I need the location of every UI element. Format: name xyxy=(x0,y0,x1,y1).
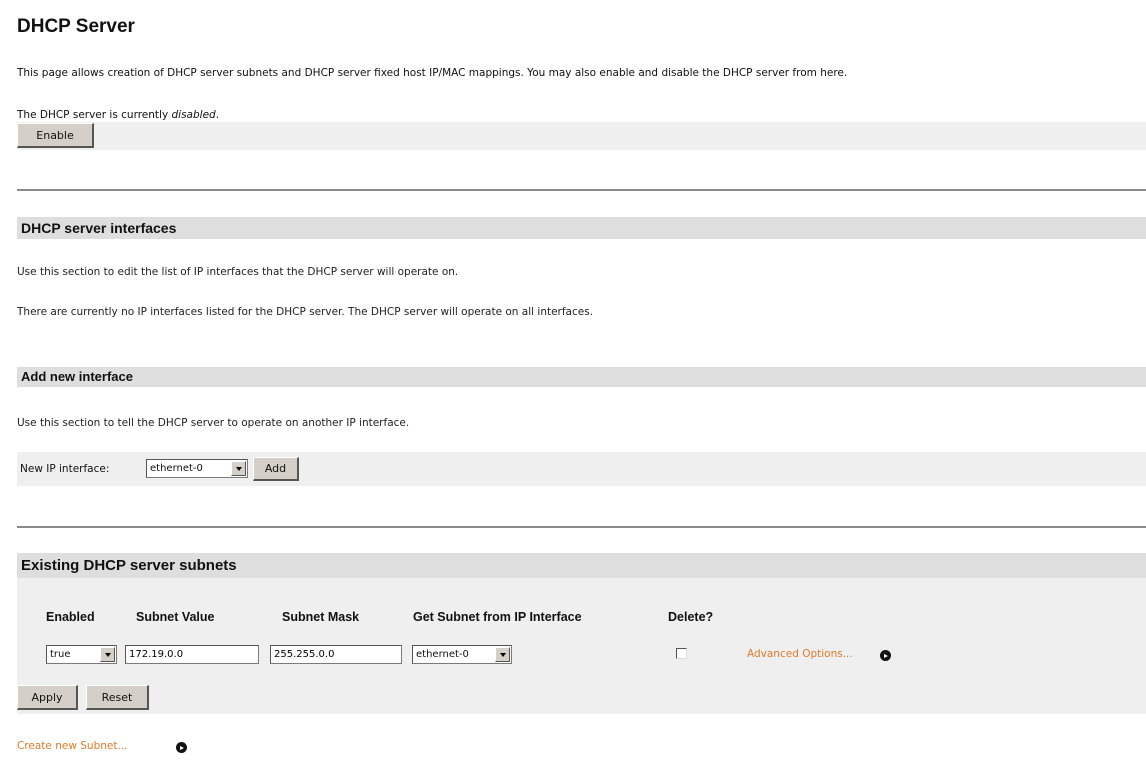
column-header-interface: Get Subnet from IP Interface xyxy=(413,610,582,624)
chevron-down-icon xyxy=(231,461,246,476)
arrow-circle-icon[interactable] xyxy=(176,742,187,753)
add-interface-button[interactable]: Add xyxy=(253,457,299,481)
interfaces-empty-message: There are currently no IP interfaces lis… xyxy=(17,306,594,318)
column-header-subnet-mask: Subnet Mask xyxy=(282,610,360,624)
advanced-options-link[interactable]: Advanced Options... xyxy=(747,648,853,660)
divider xyxy=(17,526,1146,528)
subnets-heading: Existing DHCP server subnets xyxy=(17,553,1146,578)
add-interface-description: Use this section to tell the DHCP server… xyxy=(17,417,410,429)
apply-button[interactable]: Apply xyxy=(17,685,78,710)
enabled-select[interactable]: true xyxy=(46,645,117,664)
enable-button[interactable]: Enable xyxy=(17,123,94,148)
new-ip-interface-label: New IP interface: xyxy=(20,463,110,475)
page-title: DHCP Server xyxy=(17,16,135,37)
interface-select[interactable]: ethernet-0 xyxy=(412,645,512,664)
status-panel xyxy=(17,122,1146,150)
enabled-value: true xyxy=(50,649,71,660)
divider xyxy=(17,189,1146,191)
chevron-down-icon xyxy=(495,647,510,662)
interfaces-heading: DHCP server interfaces xyxy=(17,217,1146,239)
new-ip-interface-select[interactable]: ethernet-0 xyxy=(146,459,248,478)
create-subnet-link[interactable]: Create new Subnet... xyxy=(17,740,128,752)
reset-button[interactable]: Reset xyxy=(86,685,149,710)
add-interface-heading: Add new interface xyxy=(17,367,1146,387)
interfaces-description: Use this section to edit the list of IP … xyxy=(17,266,459,278)
arrow-circle-icon[interactable] xyxy=(880,650,891,661)
page-intro: This page allows creation of DHCP server… xyxy=(17,67,848,79)
interface-value: ethernet-0 xyxy=(416,649,469,660)
column-header-subnet-value: Subnet Value xyxy=(136,610,215,624)
chevron-down-icon xyxy=(100,647,115,662)
subnet-mask-input[interactable] xyxy=(270,645,402,664)
column-header-enabled: Enabled xyxy=(46,610,95,624)
status-state: disabled xyxy=(171,109,216,121)
delete-checkbox[interactable] xyxy=(676,648,687,659)
status-text: The DHCP server is currently disabled. xyxy=(17,109,220,121)
new-ip-interface-value: ethernet-0 xyxy=(150,463,203,474)
column-header-delete: Delete? xyxy=(668,610,714,624)
subnet-value-input[interactable] xyxy=(125,645,259,664)
